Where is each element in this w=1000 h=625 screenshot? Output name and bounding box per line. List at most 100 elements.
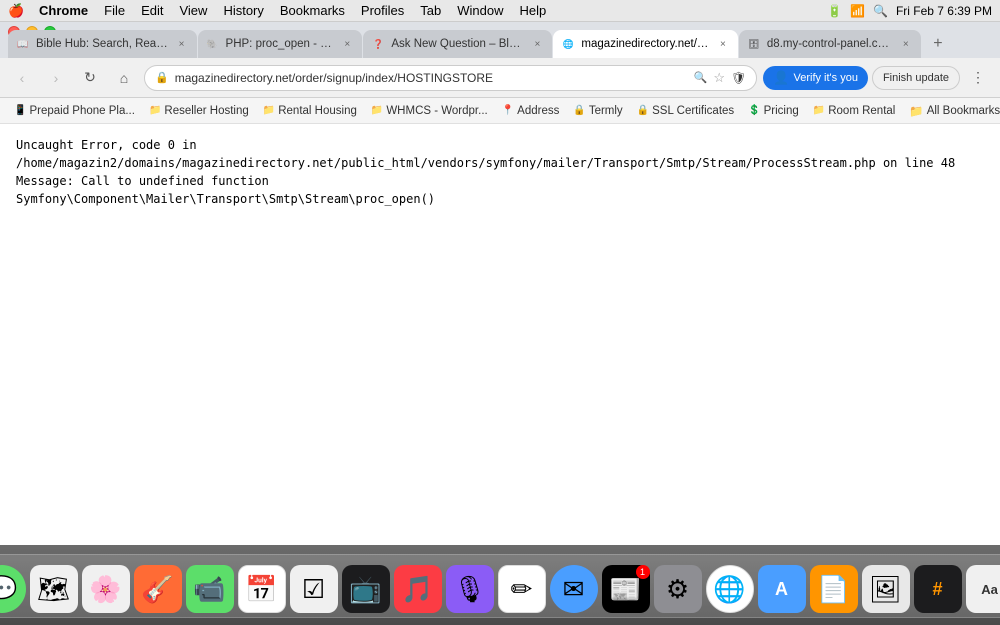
bookmark-ssl[interactable]: 🔒 SSL Certificates: [631, 101, 740, 121]
bookmark-pricing-label: Pricing: [764, 105, 799, 117]
battery-icon: 📶: [850, 4, 865, 18]
error-message: Uncaught Error, code 0 in /home/magazin2…: [16, 136, 984, 208]
dock-mail-badge: 1: [636, 565, 650, 579]
address-bar[interactable]: 🔒 magazinedirectory.net/order/signup/ind…: [144, 65, 757, 91]
menu-profiles[interactable]: Profiles: [354, 1, 411, 20]
tab-5-favicon: 🗄: [747, 37, 761, 51]
dock-syspref[interactable]: ⚙: [654, 565, 702, 613]
avatar-icon: 👤: [773, 70, 789, 86]
dock-photos[interactable]: 🌸: [82, 565, 130, 613]
bookmark-room-label: Room Rental: [828, 105, 895, 117]
error-line-1: Uncaught Error, code 0 in /home/magazin2…: [16, 138, 955, 188]
tab-4-close[interactable]: ×: [716, 37, 730, 51]
menu-bookmarks[interactable]: Bookmarks: [273, 1, 352, 20]
apple-menu[interactable]: 🍎: [8, 3, 24, 19]
menu-file[interactable]: File: [97, 1, 132, 20]
more-options-button[interactable]: ⋮: [964, 64, 992, 92]
dock-messages[interactable]: 💬: [0, 565, 26, 613]
all-bookmarks-button[interactable]: 📁 All Bookmarks: [903, 102, 1000, 120]
bookmark-termly-label: Termly: [589, 105, 623, 117]
browser-toolbar: ‹ › ↻ ⌂ 🔒 magazinedirectory.net/order/si…: [0, 58, 1000, 98]
menu-tab[interactable]: Tab: [413, 1, 448, 20]
tab-1-close[interactable]: ×: [175, 37, 189, 51]
shield-icon: 🛡: [731, 71, 746, 85]
dock-mail[interactable]: ✉: [550, 565, 598, 613]
tab-4[interactable]: 🌐 magazinedirectory.net/order/... ×: [553, 30, 737, 58]
bookmark-address[interactable]: 📍 Address: [496, 101, 566, 121]
search-icon: 🔍: [694, 71, 708, 84]
home-button[interactable]: ⌂: [110, 64, 138, 92]
dock-music[interactable]: 🎵: [394, 565, 442, 613]
tab-3[interactable]: ❓ Ask New Question – Blesta C... ×: [363, 30, 552, 58]
dock-area: 🙂 🚀 💬 🗺 🌸 🎸 📹 📅 ☑ 📺 🎵 🎙 ✏ ✉ 📰 1 ⚙ 🌐 A 📄 …: [0, 545, 1000, 625]
error-content: Uncaught Error, code 0 in /home/magazin2…: [0, 124, 1000, 220]
dock-garageband[interactable]: 🎸: [134, 565, 182, 613]
tab-4-title: magazinedirectory.net/order/...: [581, 38, 709, 50]
bookmark-rental[interactable]: 📁 Rental Housing: [257, 101, 363, 121]
page-content: Uncaught Error, code 0 in /home/magazin2…: [0, 124, 1000, 545]
bookmark-pricing[interactable]: 💲 Pricing: [742, 101, 805, 121]
wifi-icon: 🔋: [827, 4, 842, 18]
reload-button[interactable]: ↻: [76, 64, 104, 92]
dock-preview[interactable]: 🖼: [862, 565, 910, 613]
dock-dictionary[interactable]: Aa: [966, 565, 1000, 613]
datetime: Fri Feb 7 6:39 PM: [896, 4, 992, 18]
bookmark-rental-label: Rental Housing: [278, 105, 357, 117]
bookmark-prepaid-icon: 📱: [14, 105, 26, 116]
bookmark-ssl-label: SSL Certificates: [652, 105, 734, 117]
tab-4-favicon: 🌐: [561, 37, 575, 51]
dock: 🙂 🚀 💬 🗺 🌸 🎸 📹 📅 ☑ 📺 🎵 🎙 ✏ ✉ 📰 1 ⚙ 🌐 A 📄 …: [0, 554, 1000, 618]
dock-podcasts[interactable]: 🎙: [446, 565, 494, 613]
verify-button[interactable]: 👤 Verify it's you: [763, 66, 868, 90]
bookmark-reseller[interactable]: 📁 Reseller Hosting: [143, 101, 255, 121]
bookmark-termly-icon: 🔒: [573, 105, 585, 116]
bookmark-whmcs[interactable]: 📁 WHMCS - Wordpr...: [365, 101, 494, 121]
bookmark-whmcs-icon: 📁: [371, 105, 383, 116]
dock-news[interactable]: 📰 1: [602, 565, 650, 613]
new-tab-button[interactable]: +: [926, 30, 950, 58]
menu-help[interactable]: Help: [513, 1, 554, 20]
forward-button[interactable]: ›: [42, 64, 70, 92]
menubar-right: 🔋 📶 🔍 Fri Feb 7 6:39 PM: [827, 4, 992, 18]
all-bookmarks-label: All Bookmarks: [927, 105, 1000, 117]
tab-3-title: Ask New Question – Blesta C...: [391, 38, 524, 50]
search-menu-icon[interactable]: 🔍: [873, 4, 888, 18]
dock-maps[interactable]: 🗺: [30, 565, 78, 613]
bookmark-prepaid-label: Prepaid Phone Pla...: [29, 105, 135, 117]
bookmark-rental-icon: 📁: [263, 105, 275, 116]
bookmarks-bar: 📱 Prepaid Phone Pla... 📁 Reseller Hostin…: [0, 98, 1000, 124]
star-icon[interactable]: ☆: [713, 70, 725, 86]
dock-freeform[interactable]: ✏: [498, 565, 546, 613]
tab-1-favicon: 📖: [16, 37, 30, 51]
tab-3-favicon: ❓: [371, 37, 385, 51]
tab-5-title: d8.my-control-panel.com | V...: [767, 38, 893, 50]
tab-5-close[interactable]: ×: [899, 37, 913, 51]
menu-edit[interactable]: Edit: [134, 1, 170, 20]
tab-2-close[interactable]: ×: [340, 37, 354, 51]
all-bookmarks-icon: 📁: [909, 104, 923, 118]
dock-calculator[interactable]: #: [914, 565, 962, 613]
dock-appletv[interactable]: 📺: [342, 565, 390, 613]
menu-chrome[interactable]: Chrome: [32, 1, 95, 20]
tab-3-close[interactable]: ×: [530, 37, 544, 51]
bookmark-prepaid[interactable]: 📱 Prepaid Phone Pla...: [8, 101, 141, 121]
tab-1[interactable]: 📖 Bible Hub: Search, Read, Stu... ×: [8, 30, 197, 58]
back-button[interactable]: ‹: [8, 64, 36, 92]
tab-5[interactable]: 🗄 d8.my-control-panel.com | V... ×: [739, 30, 921, 58]
error-line-2: Symfony\Component\Mailer\Transport\Smtp\…: [16, 192, 435, 206]
bookmark-termly[interactable]: 🔒 Termly: [567, 101, 628, 121]
menu-history[interactable]: History: [216, 1, 270, 20]
dock-appstore[interactable]: A: [758, 565, 806, 613]
bookmark-whmcs-label: WHMCS - Wordpr...: [386, 105, 487, 117]
dock-chrome[interactable]: 🌐: [706, 565, 754, 613]
menu-view[interactable]: View: [172, 1, 214, 20]
dock-pages[interactable]: 📄: [810, 565, 858, 613]
address-text: magazinedirectory.net/order/signup/index…: [175, 71, 688, 85]
tab-2[interactable]: 🐘 PHP: proc_open - Manual ×: [198, 30, 363, 58]
dock-calendar[interactable]: 📅: [238, 565, 286, 613]
dock-reminders[interactable]: ☑: [290, 565, 338, 613]
menu-window[interactable]: Window: [450, 1, 510, 20]
bookmark-room[interactable]: 📁 Room Rental: [807, 101, 902, 121]
dock-facetime[interactable]: 📹: [186, 565, 234, 613]
finish-update-button[interactable]: Finish update: [872, 66, 960, 90]
